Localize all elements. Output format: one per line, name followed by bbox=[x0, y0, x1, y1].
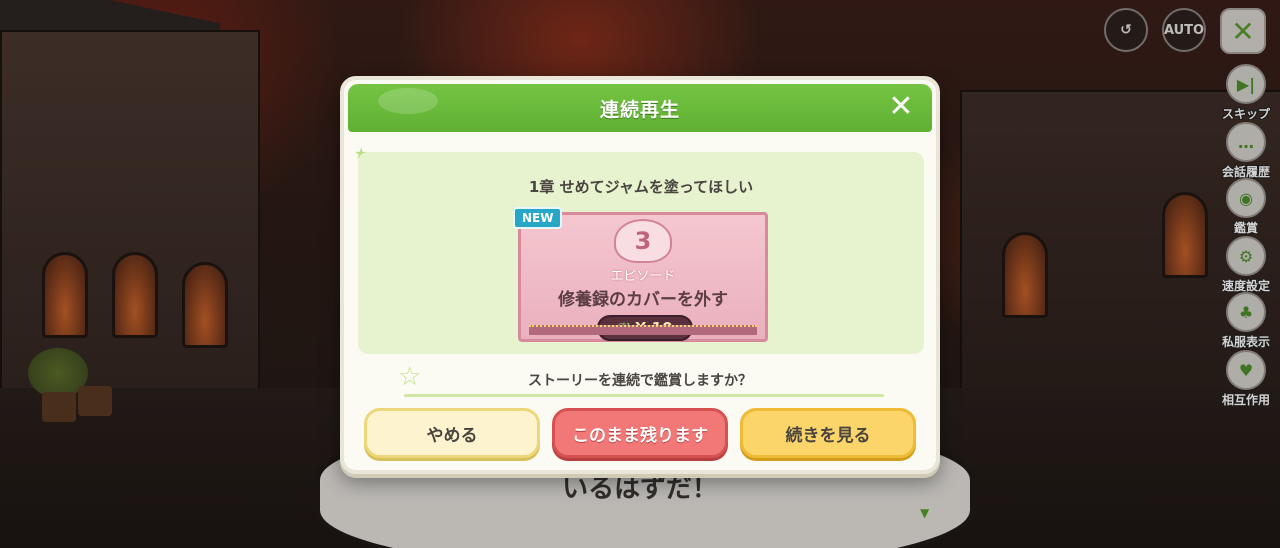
header-cloud-decoration bbox=[378, 88, 438, 114]
new-badge: NEW bbox=[513, 207, 563, 229]
divider bbox=[404, 394, 884, 397]
cancel-button-label: やめる bbox=[426, 425, 478, 446]
continuous-play-dialog: 連続再生 ✕ ★ ★ ☆ 1章 せめてジャムを塗ってほしい NEW 3 エピソー… bbox=[340, 76, 940, 474]
cancel-button[interactable]: やめる bbox=[364, 408, 540, 458]
continue-button[interactable]: 続きを見る bbox=[740, 408, 916, 458]
episode-label: エピソード bbox=[610, 269, 676, 284]
episode-ticket[interactable]: NEW 3 エピソード 修養録のカバーを外す ❦ X 10 bbox=[513, 207, 768, 342]
stay-button-label: このまま残ります bbox=[572, 425, 708, 446]
episode-number: 3 bbox=[614, 219, 672, 263]
dialog-title: 連続再生 bbox=[599, 98, 680, 121]
chapter-title: 1章 せめてジャムを塗ってほしい bbox=[528, 178, 754, 196]
continue-question: ストーリーを連続で鑑賞しますか？ bbox=[528, 373, 752, 389]
episode-panel: 1章 せめてジャムを塗ってほしい NEW 3 エピソード 修養録のカバーを外す … bbox=[358, 152, 924, 354]
ticket-border bbox=[529, 325, 757, 335]
episode-name: 修養録のカバーを外す bbox=[558, 290, 728, 310]
stay-button[interactable]: このまま残ります bbox=[552, 408, 728, 458]
continue-button-label: 続きを見る bbox=[785, 425, 871, 446]
dialog-close-button[interactable]: ✕ bbox=[886, 92, 916, 122]
dialog-header: 連続再生 ✕ bbox=[348, 84, 932, 132]
